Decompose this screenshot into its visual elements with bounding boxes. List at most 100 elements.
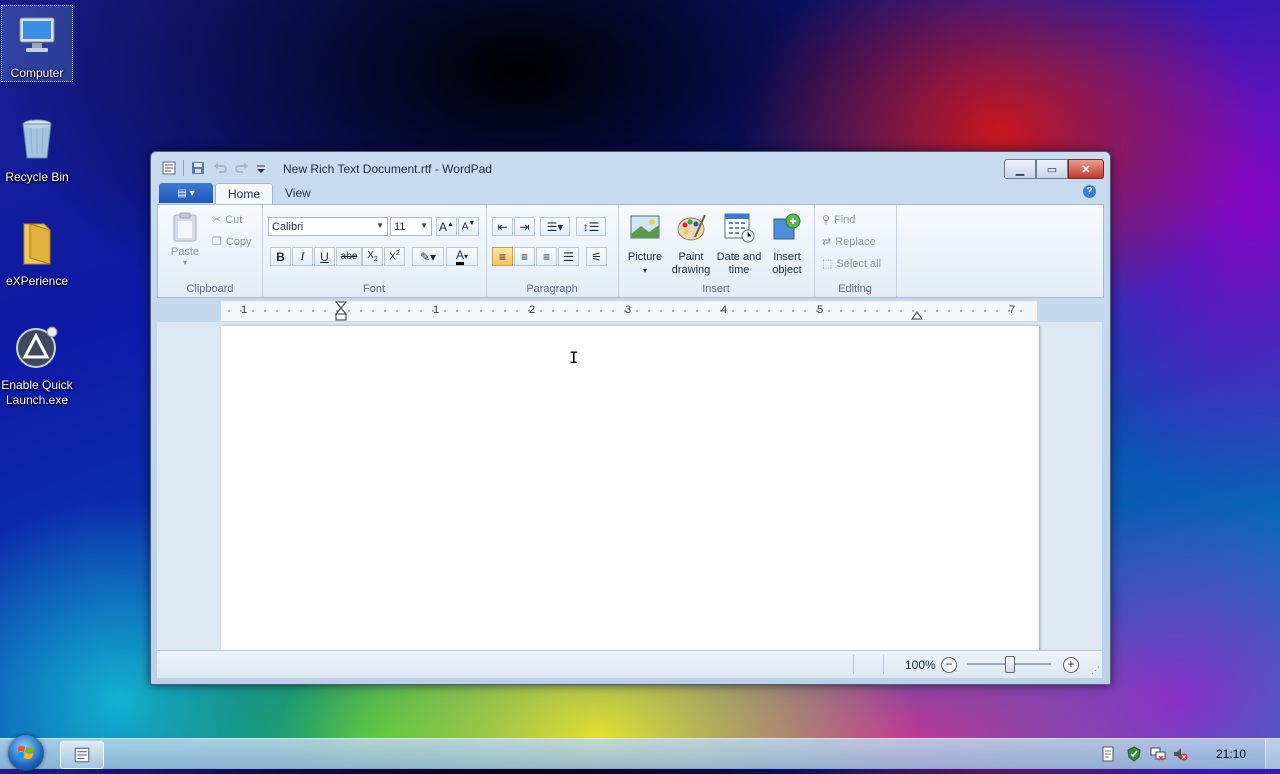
save-icon[interactable] xyxy=(190,160,206,176)
clock[interactable]: 21:10 xyxy=(1216,747,1246,761)
highlighter-icon: ✎▾ xyxy=(419,249,437,264)
replace-button[interactable]: ⇄ Replace xyxy=(822,235,876,249)
font-size-select[interactable]: 11 ▼ xyxy=(390,217,432,236)
decrease-indent-button[interactable]: ⇤ xyxy=(492,217,513,236)
wordpad-app-icon[interactable] xyxy=(161,160,177,176)
desktop-icon-enable-quick-launch[interactable]: Enable Quick Launch.exe xyxy=(0,318,74,408)
align-right-button[interactable]: ≡ xyxy=(536,247,557,266)
replace-label: Replace xyxy=(835,235,876,248)
ruler-label: 5 xyxy=(817,304,824,316)
align-right-icon: ≡ xyxy=(542,249,550,264)
copy-button[interactable]: ❐ Copy xyxy=(212,235,252,249)
italic-button[interactable]: I xyxy=(292,247,313,266)
ruler[interactable]: 1 1 2 3 4 5 7 xyxy=(221,300,1037,322)
subscript-icon: X2 xyxy=(367,250,378,263)
grow-font-button[interactable]: A▲ xyxy=(436,217,457,236)
cut-button[interactable]: ✂ Cut xyxy=(212,213,242,227)
plus-icon: + xyxy=(1067,657,1075,671)
close-icon: ✕ xyxy=(1081,163,1091,176)
right-indent-marker-icon[interactable] xyxy=(911,307,923,321)
paste-dropdown-arrow-icon: ▾ xyxy=(182,258,187,267)
title-bar[interactable]: New Rich Text Document.rtf - WordPad ▁ ▭… xyxy=(151,152,1110,182)
select-all-button[interactable]: ⬚ Select all xyxy=(822,257,881,271)
superscript-button[interactable]: X2 xyxy=(384,247,405,266)
tab-view[interactable]: View xyxy=(273,183,323,203)
bold-button[interactable]: B xyxy=(270,247,291,266)
close-button[interactable]: ✕ xyxy=(1068,159,1104,179)
desktop-icon-label: Computer xyxy=(10,66,64,80)
action-center-icon[interactable] xyxy=(1100,746,1116,762)
quick-access-toolbar xyxy=(161,160,266,176)
clipboard-group: Paste ▾ ✂ Cut ❐ Copy Clipboard xyxy=(158,205,263,297)
document-page[interactable]: I xyxy=(221,326,1039,650)
desktop-icon-label: eXPerience xyxy=(5,274,69,288)
application-menu-button[interactable]: ▤ ▾ xyxy=(159,183,213,203)
volume-muted-icon[interactable] xyxy=(1172,746,1188,762)
help-icon[interactable]: ? xyxy=(1083,185,1096,198)
bullets-button[interactable]: ☰▾ xyxy=(540,217,570,236)
paste-label: Paste xyxy=(170,246,200,258)
strikethrough-icon: abe xyxy=(340,251,358,262)
taskbar-wordpad-button[interactable] xyxy=(60,741,104,769)
picture-dropdown-arrow-icon: ▾ xyxy=(642,266,647,275)
align-left-button[interactable]: ≡ xyxy=(492,247,513,266)
security-shield-icon[interactable] xyxy=(1126,746,1142,762)
ruler-label: 1 xyxy=(433,304,440,316)
line-spacing-icon: ↕☰ xyxy=(582,219,600,234)
ruler-label: 4 xyxy=(721,304,728,316)
font-color-button[interactable]: A ▾ xyxy=(446,247,478,266)
tab-home[interactable]: Home xyxy=(215,183,274,204)
undo-icon[interactable] xyxy=(212,160,228,176)
line-spacing-button[interactable]: ↕☰ xyxy=(576,217,606,236)
resize-grip-icon[interactable]: ⋰ xyxy=(1091,665,1100,676)
maximize-button[interactable]: ▭ xyxy=(1036,159,1068,179)
align-center-button[interactable]: ≡ xyxy=(514,247,535,266)
highlight-color-button[interactable]: ✎▾ xyxy=(412,247,444,266)
align-left-icon: ≡ xyxy=(498,249,506,264)
subscript-button[interactable]: X2 xyxy=(362,247,383,266)
increase-indent-icon: ⇥ xyxy=(519,219,530,234)
ruler-label: 3 xyxy=(625,304,632,316)
desktop-icon-recycle-bin[interactable]: Recycle Bin xyxy=(0,110,74,185)
zoom-level: 100% xyxy=(905,658,936,672)
editing-group-label: Editing xyxy=(838,283,872,295)
increase-indent-button[interactable]: ⇥ xyxy=(514,217,535,236)
zoom-in-button[interactable]: + xyxy=(1063,657,1079,673)
minimize-button[interactable]: ▁ xyxy=(1004,159,1036,179)
desktop-icon-experience[interactable]: eXPerience xyxy=(0,214,74,289)
status-divider xyxy=(853,655,854,674)
ruler-label: 2 xyxy=(529,304,536,316)
desktop-icon-computer[interactable]: Computer xyxy=(1,5,73,82)
underline-button[interactable]: U xyxy=(314,247,335,266)
quick-launch-app-icon xyxy=(16,326,58,368)
font-family-select[interactable]: Calibri ▼ xyxy=(268,217,388,236)
desktop-icon-label: Enable Quick Launch.exe xyxy=(1,378,73,407)
paint-drawing-button[interactable]: Paint drawing xyxy=(668,211,714,277)
justify-icon: ☰ xyxy=(563,249,574,264)
customize-qat-icon[interactable] xyxy=(256,160,266,176)
zoom-slider-thumb[interactable] xyxy=(1005,656,1015,673)
insert-object-button[interactable]: Insert object xyxy=(764,211,810,277)
font-group: Calibri ▼ 11 ▼ A▲ A▼ B I U abe X2 X2 ✎▾ … xyxy=(262,205,487,297)
shrink-font-button[interactable]: A▼ xyxy=(458,217,479,236)
desktop-icon-label: Recycle Bin xyxy=(5,170,69,184)
network-icon[interactable] xyxy=(1150,746,1166,762)
show-desktop-button[interactable] xyxy=(1265,739,1280,769)
grow-font-icon: A▲ xyxy=(439,219,454,234)
ruler-label: 1 xyxy=(241,304,248,316)
start-button[interactable] xyxy=(8,735,44,771)
underline-icon: U xyxy=(320,249,329,264)
redo-icon[interactable] xyxy=(234,160,250,176)
document-scroll-area: I xyxy=(157,322,1102,650)
left-indent-marker-icon[interactable] xyxy=(335,301,347,321)
date-and-time-button[interactable]: Date and time xyxy=(714,211,764,277)
find-button[interactable]: ⚲ Find xyxy=(822,213,855,227)
zoom-out-button[interactable]: − xyxy=(941,657,957,673)
paragraph-group: ⇤ ⇥ ☰▾ ↕☰ ≡ ≡ ≡ ☰ ⚟ Paragraph xyxy=(486,205,619,297)
justify-button[interactable]: ☰ xyxy=(558,247,579,266)
paste-button[interactable]: Paste ▾ xyxy=(170,211,200,267)
strikethrough-button[interactable]: abe xyxy=(336,247,362,266)
picture-button[interactable]: Picture ▾ xyxy=(622,211,668,277)
status-bar: 100% − + ⋰ xyxy=(157,650,1102,678)
paragraph-settings-button[interactable]: ⚟ xyxy=(586,247,607,266)
